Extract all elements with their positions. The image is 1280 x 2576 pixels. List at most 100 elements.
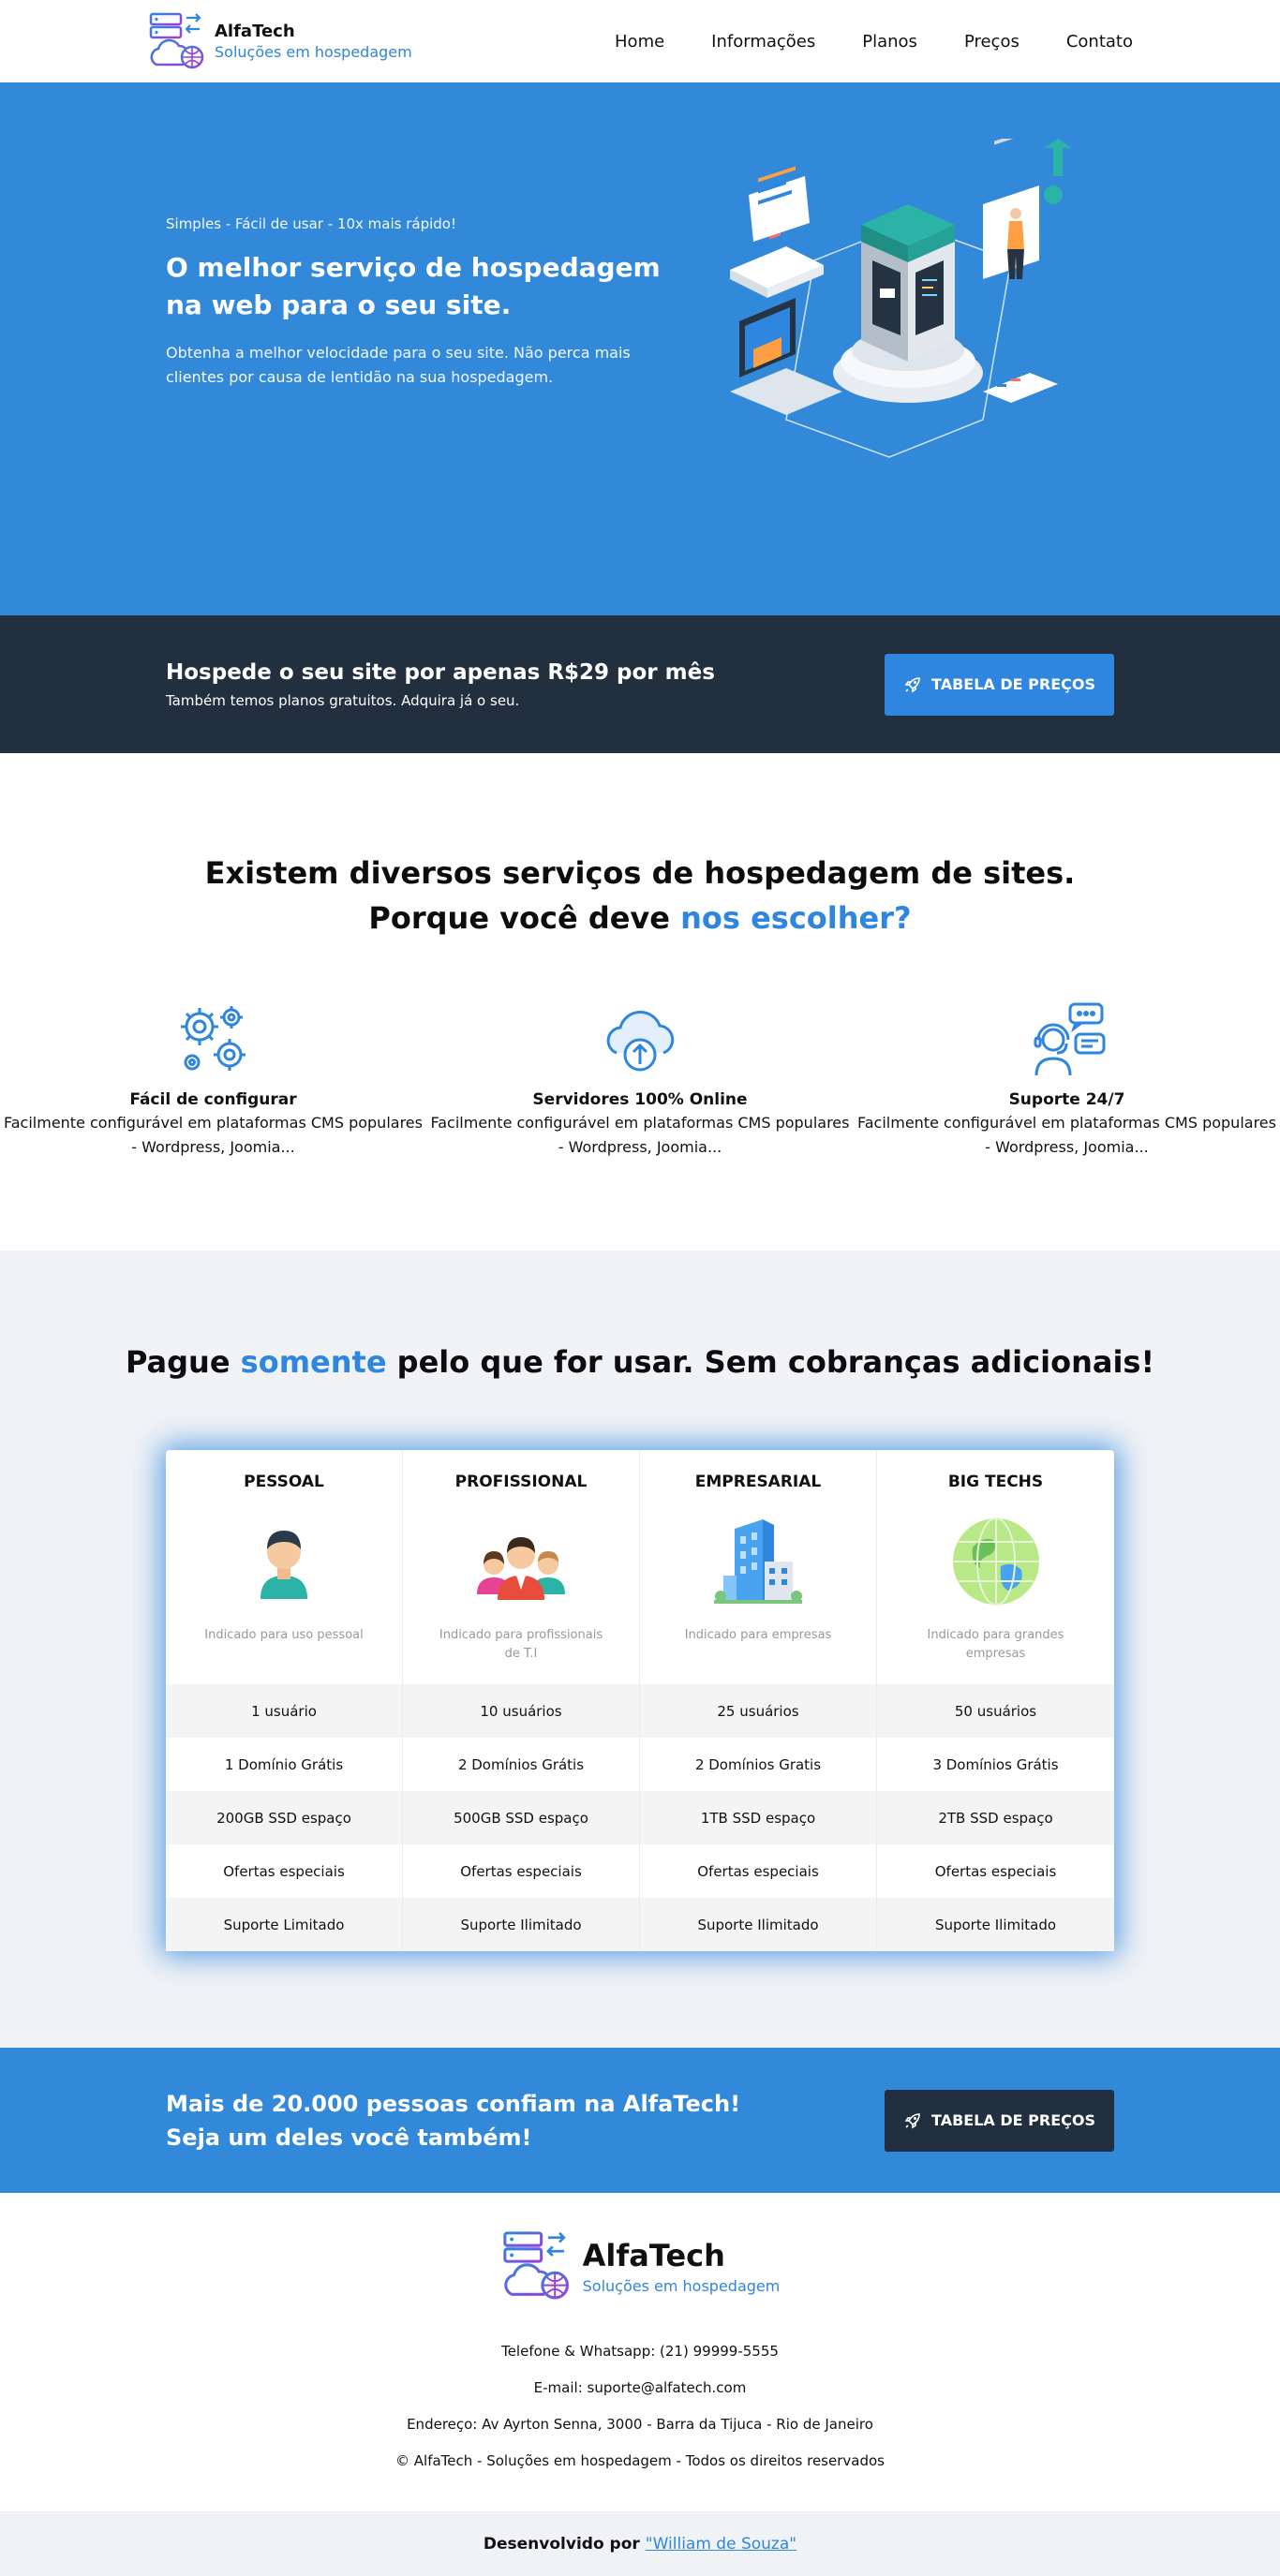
rocket-icon: [904, 2112, 920, 2128]
brand-name: AlfaTech: [215, 22, 295, 41]
developer-author-link[interactable]: "William de Souza": [646, 2535, 796, 2554]
footer-brand-tagline: Soluções em hospedagem: [582, 2276, 781, 2295]
why-heading-line2-accent: nos escolher?: [680, 900, 912, 936]
footer-brand-name: AlfaTech: [582, 2237, 725, 2273]
pricing-table-button-bottom[interactable]: TABELA DE PREÇOS: [885, 2089, 1114, 2152]
feature-title: Servidores 100% Online: [532, 1090, 748, 1109]
site-footer: AlfaTech Soluções em hospedagem Telefone…: [0, 2193, 1280, 2511]
table-cell: 500GB SSD espaço: [403, 1791, 640, 1844]
why-choose-us-section: Existem diversos serviços de hospedagem …: [0, 753, 1280, 1251]
plan-description: Indicado para uso pessoal: [204, 1628, 364, 1642]
nav-contato[interactable]: Contato: [1066, 32, 1133, 52]
cta-bottom-line1: Mais de 20.000 pessoas confiam na AlfaTe…: [166, 2090, 741, 2117]
feature-row-users: 1 usuário 10 usuários 25 usuários 50 usu…: [166, 1684, 1114, 1738]
plan-name: PESSOAL: [244, 1473, 324, 1491]
feature-description: Facilmente configurável em plataformas C…: [427, 1111, 854, 1160]
feature-title: Fácil de configurar: [129, 1090, 297, 1109]
feature-row-offers: Ofertas especiais Ofertas especiais Ofer…: [166, 1844, 1114, 1898]
plan-empresarial[interactable]: EMPRESARIAL Indicado para empresas: [640, 1450, 877, 1684]
plan-name: PROFISSIONAL: [454, 1473, 588, 1491]
plan-description: Indicado para grandes empresas: [927, 1628, 1064, 1661]
hero-title: O melhor serviço de hospedagem na web pa…: [166, 252, 661, 320]
table-cell: 2TB SSD espaço: [938, 1809, 1053, 1827]
rocket-icon: [904, 676, 920, 692]
feature-description-line1: Facilmente configurável em plataformas C…: [4, 1114, 423, 1132]
footer-logo[interactable]: AlfaTech Soluções em hospedagem: [500, 2228, 781, 2303]
cloud-upload-icon: [606, 1010, 675, 1072]
table-cell: 25 usuários: [640, 1684, 877, 1738]
plan-description: Indicado para empresas: [684, 1628, 832, 1642]
pricing-table-button-top[interactable]: TABELA DE PREÇOS: [885, 653, 1114, 716]
cta-banner-bottom: Mais de 20.000 pessoas confiam na AlfaTe…: [0, 2048, 1280, 2193]
cta-bottom-line2: Seja um deles você também!: [166, 2124, 532, 2151]
table-cell: Ofertas especiais: [934, 1862, 1057, 1880]
feature-description-line2: - Wordpress, Joomia...: [558, 1138, 722, 1156]
footer-phone: Telefone & Whatsapp: (21) 99999-5555: [501, 2343, 779, 2360]
table-cell: 2 Domínios Gratis: [640, 1738, 877, 1791]
plan-name: BIG TECHS: [947, 1473, 1044, 1491]
table-cell: 200GB SSD espaço: [166, 1791, 403, 1844]
nav-informacoes[interactable]: Informações: [711, 32, 815, 52]
why-heading-line1: Existem diversos serviços de hospedagem …: [204, 855, 1076, 891]
cta-top-subtitle: Também temos planos gratuitos. Adquira j…: [166, 691, 520, 709]
table-cell: Ofertas especiais: [403, 1844, 640, 1898]
isometric-server-illustration: [730, 139, 1072, 458]
feature-row-storage: 200GB SSD espaço 500GB SSD espaço 1TB SS…: [166, 1791, 1114, 1844]
plan-name: EMPRESARIAL: [694, 1473, 822, 1491]
pricing-section: Pague somente pelo que for usar. Sem cob…: [0, 1251, 1280, 2048]
pricing-heading-prefix: Pague: [125, 1344, 231, 1380]
main-nav: Home Informações Planos Preços Contato: [615, 32, 1133, 52]
features-list: Fácil de configurar Facilmente configurá…: [0, 997, 1280, 1160]
footer-contact: Telefone & Whatsapp: (21) 99999-5555 E-m…: [0, 2333, 1280, 2480]
feature-row-domains: 1 Domínio Grátis 2 Domínios Grátis 2 Dom…: [166, 1738, 1114, 1791]
feature-description-line2: - Wordpress, Joomia...: [985, 1138, 1149, 1156]
nav-home[interactable]: Home: [615, 32, 664, 52]
developer-credit: Desenvolvido por "William de Souza": [0, 2511, 1280, 2576]
feature-description-line2: - Wordpress, Joomia...: [131, 1138, 295, 1156]
table-cell: Suporte Limitado: [166, 1898, 403, 1951]
brand-tagline: Soluções em hospedagem: [215, 43, 412, 61]
developer-label: Desenvolvido por: [483, 2534, 640, 2554]
plan-description: Indicado para profissionais de T.I: [439, 1628, 603, 1661]
why-heading: Existem diversos serviços de hospedagem …: [0, 753, 1280, 940]
feature-easy-setup: Fácil de configurar Facilmente configurá…: [0, 997, 426, 1160]
pricing-table: PESSOAL Indicado para uso pessoal PROFIS…: [166, 1450, 1114, 1951]
globe-icon: [952, 1517, 1039, 1606]
table-cell: 10 usuários: [403, 1684, 640, 1738]
pricing-table-button-label: TABELA DE PREÇOS: [931, 2111, 1095, 2129]
cta-bottom-title: Mais de 20.000 pessoas confiam na AlfaTe…: [166, 2087, 740, 2154]
hero-section: Simples - Fácil de usar - 10x mais rápid…: [0, 82, 1280, 615]
pricing-heading-accent: somente: [240, 1344, 387, 1380]
feature-online-servers: Servidores 100% Online Facilmente config…: [427, 997, 854, 1160]
feature-description: Facilmente configurável em plataformas C…: [854, 1111, 1280, 1160]
feature-description-line1: Facilmente configurável em plataformas C…: [430, 1114, 850, 1132]
building-icon: [714, 1519, 802, 1604]
site-header: AlfaTech Soluções em hospedagem Home Inf…: [0, 0, 1280, 82]
feature-support: Suporte 24/7 Facilmente configurável em …: [854, 997, 1280, 1160]
plan-pessoal[interactable]: PESSOAL Indicado para uso pessoal: [166, 1450, 403, 1684]
table-cell: 3 Domínios Grátis: [932, 1755, 1059, 1773]
pricing-heading-suffix: pelo que for usar. Sem cobranças adicion…: [396, 1344, 1155, 1380]
table-cell: 1 Domínio Grátis: [166, 1738, 403, 1791]
footer-address: Endereço: Av Ayrton Senna, 3000 - Barra …: [407, 2416, 873, 2433]
nav-planos[interactable]: Planos: [862, 32, 917, 52]
header-logo[interactable]: AlfaTech Soluções em hospedagem: [147, 10, 412, 72]
table-cell: Ofertas especiais: [640, 1844, 877, 1898]
table-cell: 1TB SSD espaço: [640, 1791, 877, 1844]
nav-precos[interactable]: Preços: [964, 32, 1020, 52]
table-cell: 2 Domínios Grátis: [403, 1738, 640, 1791]
cta-banner-top: Hospede o seu site por apenas R$29 por m…: [0, 615, 1280, 753]
why-heading-line2-prefix: Porque você deve: [368, 900, 670, 936]
plan-big-techs[interactable]: BIG TECHS Indicado para grandes empresas: [877, 1450, 1114, 1684]
hero-tagline: Simples - Fácil de usar - 10x mais rápid…: [166, 215, 456, 232]
server-cloud-logo-icon: [149, 12, 204, 69]
cta-top-title: Hospede o seu site por apenas R$29 por m…: [166, 659, 715, 685]
table-cell: Suporte Ilimitado: [403, 1898, 640, 1951]
feature-description: Facilmente configurável em plataformas C…: [0, 1111, 426, 1160]
plan-profissional[interactable]: PROFISSIONAL Indicado para profissionais…: [403, 1450, 640, 1684]
person-icon: [260, 1531, 307, 1599]
table-cell: Suporte Ilimitado: [640, 1898, 877, 1951]
pricing-heading: Pague somente pelo que for usar. Sem cob…: [0, 1251, 1280, 1380]
footer-email: E-mail: suporte@alfatech.com: [533, 2379, 747, 2396]
support-agent-icon: [1034, 1002, 1105, 1076]
